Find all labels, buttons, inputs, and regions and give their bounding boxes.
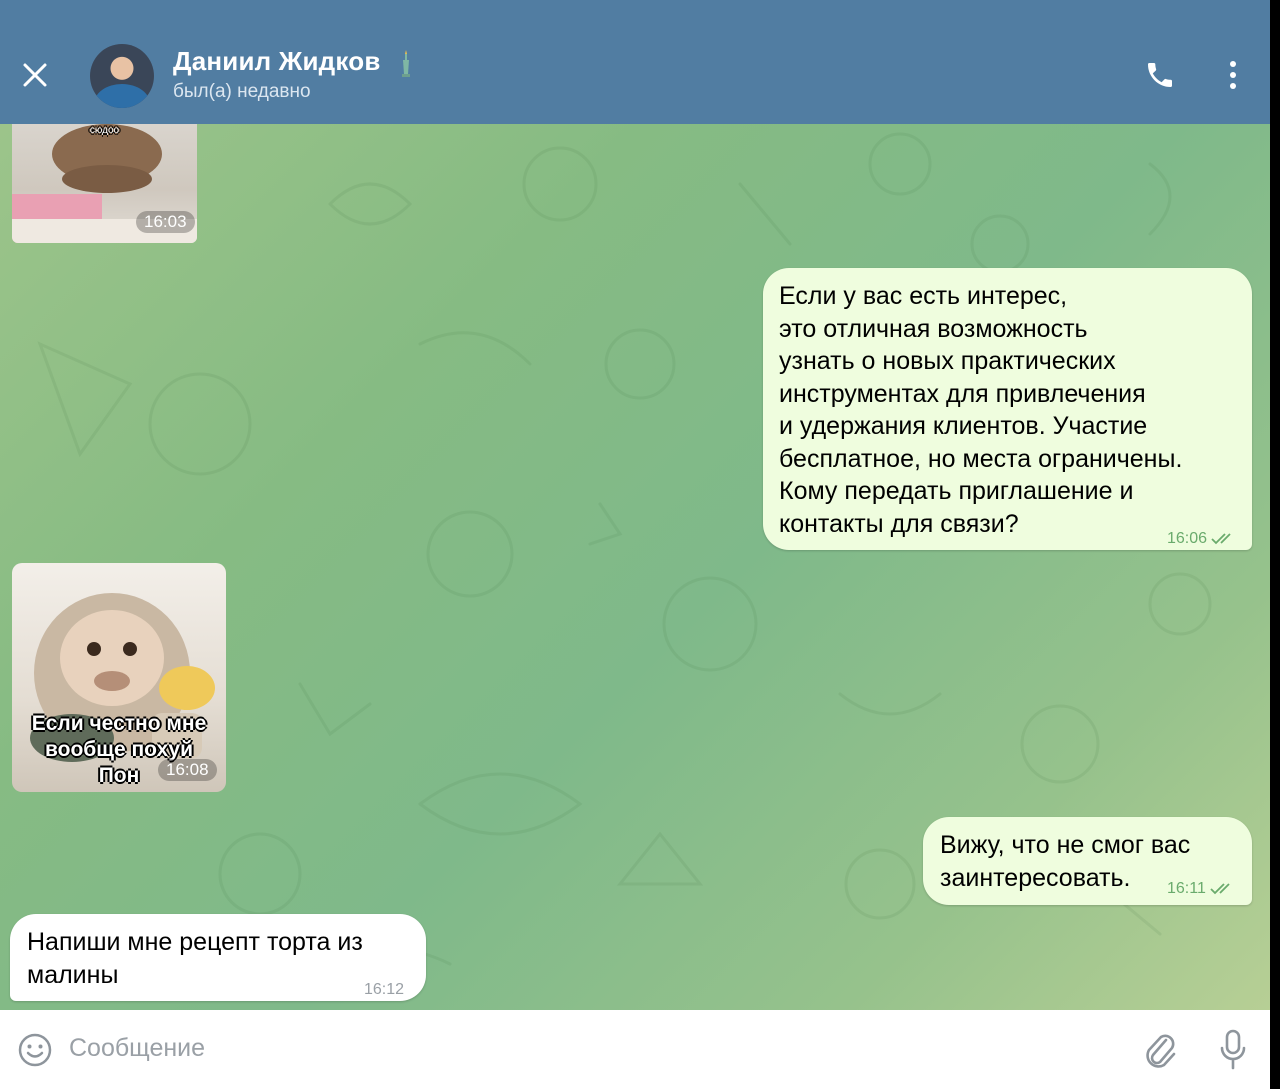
message-text: Напиши мне рецепт торта из малины	[27, 928, 363, 989]
chat-area[interactable]: сюдоо 16:03 Если у вас есть интерес, это…	[0, 124, 1270, 1010]
close-icon[interactable]	[20, 58, 50, 92]
smile-icon[interactable]	[17, 1032, 53, 1068]
microphone-icon[interactable]	[1218, 1028, 1248, 1072]
contact-name[interactable]: Даниил Жидков	[173, 46, 414, 78]
message-time: 16:11	[1167, 880, 1206, 897]
more-vertical-icon[interactable]	[1224, 58, 1242, 92]
message-input[interactable]: Сообщение	[69, 1034, 205, 1063]
message-bubble-incoming[interactable]: Напиши мне рецепт торта из малины 16:12	[10, 914, 426, 1001]
message-text: Если у вас есть интерес, это отличная во…	[779, 282, 1183, 538]
chat-screen: Даниил Жидков был(а) недавно сюдоо 16:03…	[0, 0, 1270, 1089]
message-bubble-outgoing[interactable]: Если у вас есть интерес, это отличная во…	[763, 268, 1252, 550]
message-time: 16:06	[1167, 530, 1208, 547]
double-check-icon	[1210, 883, 1230, 895]
sticker-message[interactable]: Если честно мне вообще похуй Пон 16:08	[12, 563, 226, 792]
message-text: Вижу, что не смог вас заинтересовать.	[940, 831, 1191, 892]
message-meta: 16:06	[1167, 523, 1237, 556]
message-input-bar: Сообщение	[0, 1010, 1270, 1089]
contact-status: был(а) недавно	[173, 81, 311, 102]
phone-icon[interactable]	[1144, 58, 1176, 92]
double-check-icon	[1211, 533, 1231, 545]
paperclip-icon[interactable]	[1142, 1030, 1178, 1070]
message-time: 16:12	[364, 981, 405, 998]
statue-of-liberty-icon	[401, 50, 410, 78]
screen-edge	[1270, 0, 1280, 1089]
sticker-message[interactable]: сюдоо 16:03	[12, 124, 197, 243]
chat-header: Даниил Жидков был(а) недавно	[0, 0, 1270, 124]
message-time: 16:08	[158, 759, 217, 781]
message-bubble-outgoing[interactable]: Вижу, что не смог вас заинтересовать. 16…	[923, 817, 1252, 905]
message-time: 16:03	[136, 211, 195, 233]
message-meta: 16:11	[1167, 873, 1236, 906]
sticker-caption: сюдоо	[89, 125, 120, 136]
avatar[interactable]	[90, 44, 154, 108]
